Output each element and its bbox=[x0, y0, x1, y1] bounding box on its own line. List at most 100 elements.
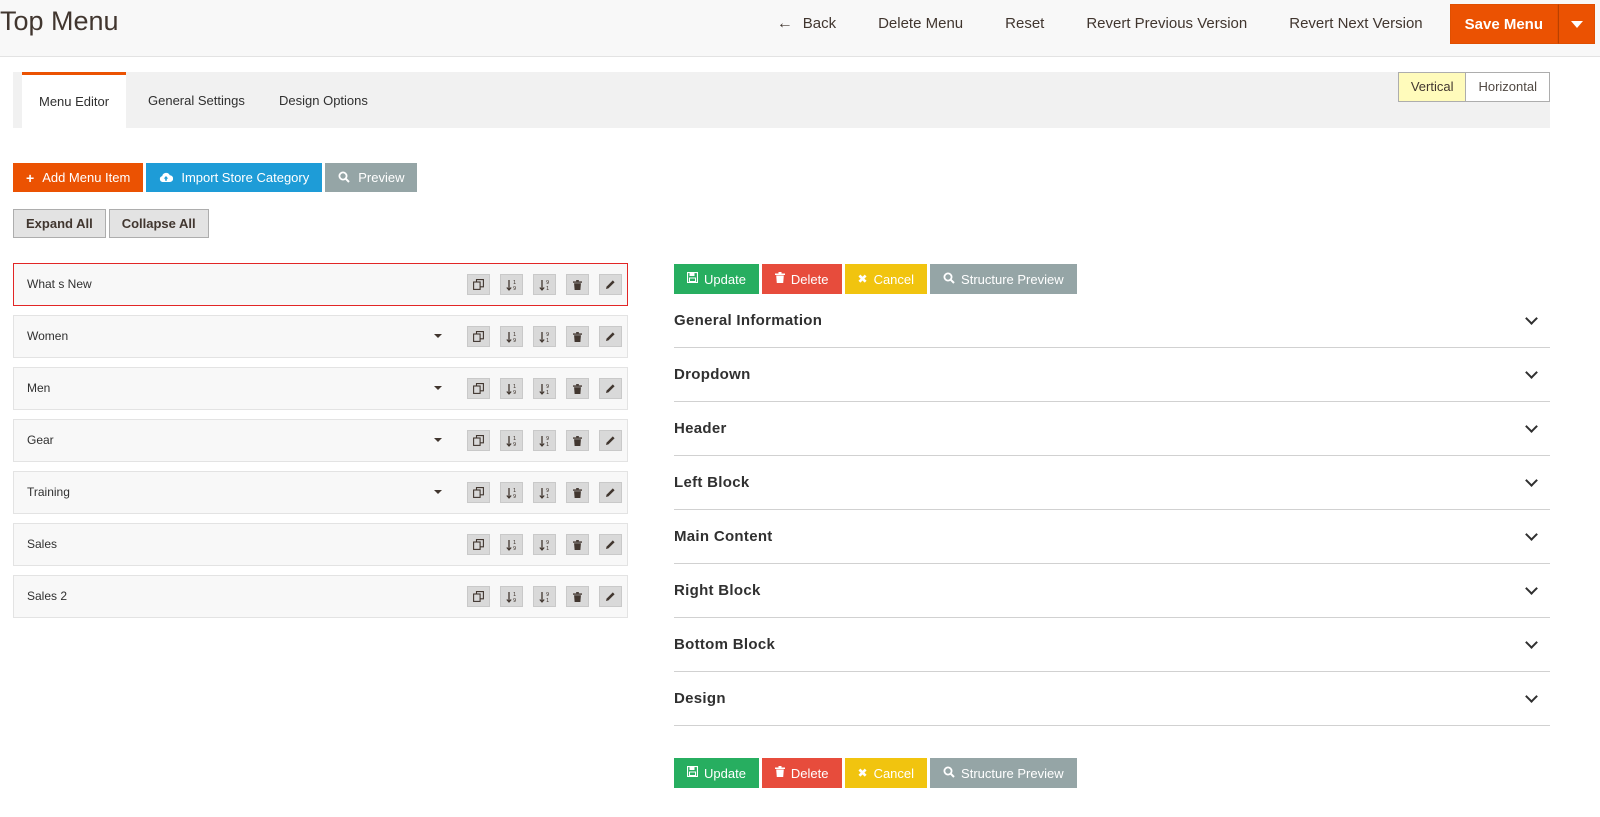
caret-down-icon[interactable] bbox=[434, 490, 442, 494]
delete-button-bottom[interactable]: Delete bbox=[761, 758, 842, 788]
caret-down-icon[interactable] bbox=[434, 438, 442, 442]
trash-icon[interactable] bbox=[566, 430, 589, 451]
import-store-category-label: Import Store Category bbox=[181, 170, 310, 185]
menu-item-row[interactable]: What s New 1 9 9 1 bbox=[13, 263, 628, 306]
editor-sections: General Information Dropdown Header Left Bl… bbox=[674, 294, 1550, 726]
menu-item-row[interactable]: Sales 21991 bbox=[13, 575, 628, 618]
menu-item-row[interactable]: Sales 1 9 9 1 bbox=[13, 523, 628, 566]
tab-general-settings[interactable]: General Settings bbox=[131, 72, 262, 128]
chevron-down-icon bbox=[1525, 474, 1538, 487]
caret-down-icon[interactable] bbox=[434, 386, 442, 390]
svg-text:9: 9 bbox=[513, 442, 516, 447]
page-title: Top Menu bbox=[0, 6, 119, 36]
trash-icon[interactable] bbox=[566, 326, 589, 347]
copy-icon[interactable] bbox=[467, 274, 490, 295]
section-bottom-block[interactable]: Bottom Block bbox=[674, 618, 1550, 672]
pencil-icon[interactable] bbox=[599, 274, 622, 295]
horizontal-option[interactable]: Horizontal bbox=[1466, 72, 1550, 102]
trash-icon[interactable] bbox=[566, 482, 589, 503]
vertical-option[interactable]: Vertical bbox=[1397, 72, 1467, 102]
tab-menu-editor[interactable]: Menu Editor bbox=[22, 72, 127, 128]
trash-icon[interactable] bbox=[566, 274, 589, 295]
import-store-category-button[interactable]: Import Store Category bbox=[146, 163, 323, 192]
section-right-block[interactable]: Right Block bbox=[674, 564, 1550, 618]
copy-icon[interactable] bbox=[467, 326, 490, 347]
pencil-icon[interactable] bbox=[599, 378, 622, 399]
update-button[interactable]: Update bbox=[674, 264, 759, 294]
menu-item-row[interactable]: Women 1 9 9 1 bbox=[13, 315, 628, 358]
sort-descending-icon[interactable]: 91 bbox=[533, 378, 556, 399]
section-title: Bottom Block bbox=[674, 636, 776, 653]
section-main-content[interactable]: Main Content bbox=[674, 510, 1550, 564]
sort-ascending-icon[interactable]: 19 bbox=[500, 326, 523, 347]
update-label: Update bbox=[704, 271, 746, 287]
menu-item-row[interactable]: Men 1 9 9 1 bbox=[13, 367, 628, 410]
svg-text:1: 1 bbox=[546, 598, 549, 603]
structure-preview-button[interactable]: Structure Preview bbox=[930, 264, 1077, 294]
pencil-icon[interactable] bbox=[599, 482, 622, 503]
menu-item-row[interactable]: Gear 1 9 9 1 bbox=[13, 419, 628, 462]
save-icon bbox=[686, 271, 699, 286]
copy-icon[interactable] bbox=[467, 482, 490, 503]
caret-down-icon[interactable] bbox=[434, 334, 442, 338]
sort-descending-icon[interactable]: 91 bbox=[533, 482, 556, 503]
sort-descending-icon[interactable]: 91 bbox=[533, 534, 556, 555]
cancel-button[interactable]: ✖ Cancel bbox=[844, 264, 928, 294]
sort-descending-icon[interactable]: 91 bbox=[533, 274, 556, 295]
copy-icon[interactable] bbox=[467, 378, 490, 399]
menu-item-label: Training bbox=[27, 485, 70, 499]
sort-descending-icon[interactable]: 91 bbox=[533, 326, 556, 347]
sort-ascending-icon[interactable]: 19 bbox=[500, 482, 523, 503]
trash-icon[interactable] bbox=[566, 586, 589, 607]
delete-menu-button[interactable]: Delete Menu bbox=[857, 4, 984, 44]
cancel-label: Cancel bbox=[873, 765, 915, 781]
menu-item-row[interactable]: Training 1 9 9 1 bbox=[13, 471, 628, 514]
menu-item-tools: 1991 bbox=[467, 274, 622, 295]
sort-descending-icon[interactable]: 91 bbox=[533, 430, 556, 451]
pencil-icon[interactable] bbox=[599, 534, 622, 555]
structure-preview-button-bottom[interactable]: Structure Preview bbox=[930, 758, 1077, 788]
delete-button[interactable]: Delete bbox=[761, 264, 842, 294]
tab-design-options[interactable]: Design Options bbox=[262, 72, 385, 128]
sort-ascending-icon[interactable]: 19 bbox=[500, 534, 523, 555]
section-left-block[interactable]: Left Block bbox=[674, 456, 1550, 510]
search-icon bbox=[338, 170, 350, 186]
back-button[interactable]: ← Back bbox=[756, 4, 857, 44]
section-general-information[interactable]: General Information bbox=[674, 294, 1550, 348]
save-menu-button[interactable]: Save Menu bbox=[1449, 4, 1558, 44]
section-header[interactable]: Header bbox=[674, 402, 1550, 456]
pencil-icon[interactable] bbox=[599, 430, 622, 451]
sort-ascending-icon[interactable]: 19 bbox=[500, 378, 523, 399]
collapse-all-button[interactable]: Collapse All bbox=[108, 209, 209, 238]
menu-item-label: Men bbox=[27, 381, 51, 395]
update-button-bottom[interactable]: Update bbox=[674, 758, 759, 788]
menu-item-tools: 1991 bbox=[467, 482, 622, 503]
add-menu-item-button[interactable]: + Add Menu Item bbox=[13, 163, 144, 192]
menu-item-label: What s New bbox=[27, 277, 92, 291]
section-title: Design bbox=[674, 690, 726, 707]
section-dropdown[interactable]: Dropdown bbox=[674, 348, 1550, 402]
menu-item-tools: 1991 bbox=[467, 534, 622, 555]
section-design[interactable]: Design bbox=[674, 672, 1550, 726]
trash-icon[interactable] bbox=[566, 534, 589, 555]
trash-icon[interactable] bbox=[566, 378, 589, 399]
revert-next-button[interactable]: Revert Next Version bbox=[1268, 4, 1443, 44]
expand-all-button[interactable]: Expand All bbox=[13, 209, 106, 238]
pencil-icon[interactable] bbox=[599, 586, 622, 607]
reset-button[interactable]: Reset bbox=[984, 4, 1065, 44]
preview-button[interactable]: Preview bbox=[325, 163, 418, 192]
sort-ascending-icon[interactable]: 19 bbox=[500, 274, 523, 295]
copy-icon[interactable] bbox=[467, 586, 490, 607]
copy-icon[interactable] bbox=[467, 534, 490, 555]
cancel-button-bottom[interactable]: ✖ Cancel bbox=[844, 758, 928, 788]
sort-ascending-icon[interactable]: 19 bbox=[500, 430, 523, 451]
header-actions: ← Back Delete Menu Reset Revert Previous… bbox=[756, 4, 1600, 44]
svg-text:1: 1 bbox=[546, 546, 549, 551]
pencil-icon[interactable] bbox=[599, 326, 622, 347]
revert-previous-button[interactable]: Revert Previous Version bbox=[1065, 4, 1268, 44]
sort-descending-icon[interactable]: 91 bbox=[533, 586, 556, 607]
chevron-down-icon bbox=[1525, 528, 1538, 541]
save-options-toggle[interactable] bbox=[1558, 4, 1595, 44]
sort-ascending-icon[interactable]: 19 bbox=[500, 586, 523, 607]
copy-icon[interactable] bbox=[467, 430, 490, 451]
